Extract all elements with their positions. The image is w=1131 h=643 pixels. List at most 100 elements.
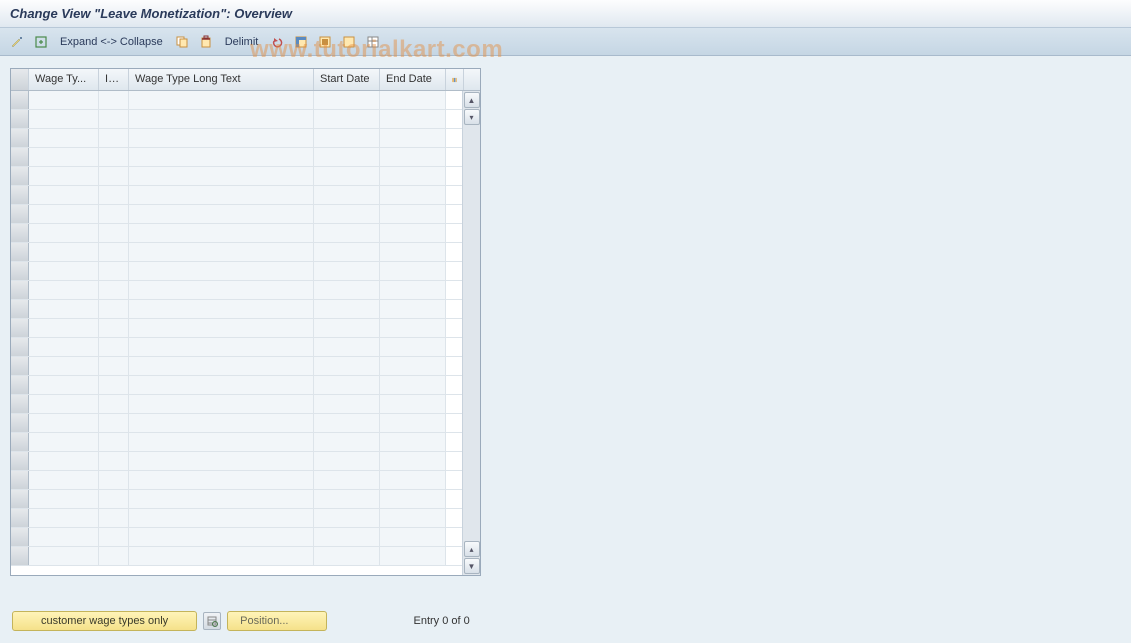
cell-end-date[interactable] <box>380 148 446 166</box>
row-selector[interactable] <box>11 471 29 489</box>
cell-start-date[interactable] <box>314 357 380 375</box>
cell-infotype[interactable] <box>99 433 129 451</box>
cell-end-date[interactable] <box>380 414 446 432</box>
vertical-scrollbar[interactable]: ▲ ▾ ▴ ▼ <box>462 91 480 575</box>
row-selector[interactable] <box>11 490 29 508</box>
cell-end-date[interactable] <box>380 433 446 451</box>
table-row[interactable] <box>11 376 462 395</box>
cell-start-date[interactable] <box>314 110 380 128</box>
cell-infotype[interactable] <box>99 300 129 318</box>
cell-long-text[interactable] <box>129 528 314 546</box>
cell-long-text[interactable] <box>129 414 314 432</box>
row-selector[interactable] <box>11 547 29 565</box>
cell-infotype[interactable] <box>99 357 129 375</box>
position-button[interactable]: Position... <box>227 611 327 631</box>
table-row[interactable] <box>11 129 462 148</box>
cell-start-date[interactable] <box>314 509 380 527</box>
cell-end-date[interactable] <box>380 528 446 546</box>
cell-long-text[interactable] <box>129 376 314 394</box>
table-row[interactable] <box>11 338 462 357</box>
cell-start-date[interactable] <box>314 205 380 223</box>
table-row[interactable] <box>11 528 462 547</box>
column-end-date[interactable]: End Date <box>380 69 446 90</box>
row-selector[interactable] <box>11 433 29 451</box>
cell-end-date[interactable] <box>380 91 446 109</box>
cell-end-date[interactable] <box>380 243 446 261</box>
cell-end-date[interactable] <box>380 376 446 394</box>
cell-infotype[interactable] <box>99 224 129 242</box>
table-row[interactable] <box>11 148 462 167</box>
row-selector[interactable] <box>11 186 29 204</box>
row-selector[interactable] <box>11 414 29 432</box>
cell-start-date[interactable] <box>314 528 380 546</box>
cell-wage-type[interactable] <box>29 243 99 261</box>
table-row[interactable] <box>11 243 462 262</box>
cell-end-date[interactable] <box>380 129 446 147</box>
row-selector[interactable] <box>11 357 29 375</box>
table-row[interactable] <box>11 452 462 471</box>
cell-end-date[interactable] <box>380 319 446 337</box>
deselect-all-icon[interactable] <box>340 33 358 51</box>
select-block-icon[interactable] <box>316 33 334 51</box>
cell-long-text[interactable] <box>129 433 314 451</box>
cell-wage-type[interactable] <box>29 319 99 337</box>
cell-long-text[interactable] <box>129 110 314 128</box>
cell-start-date[interactable] <box>314 338 380 356</box>
cell-infotype[interactable] <box>99 129 129 147</box>
cell-infotype[interactable] <box>99 110 129 128</box>
row-selector[interactable] <box>11 205 29 223</box>
cell-wage-type[interactable] <box>29 433 99 451</box>
cell-start-date[interactable] <box>314 129 380 147</box>
customer-wage-types-button[interactable]: customer wage types only <box>12 611 197 631</box>
cell-long-text[interactable] <box>129 338 314 356</box>
cell-start-date[interactable] <box>314 490 380 508</box>
cell-infotype[interactable] <box>99 471 129 489</box>
cell-infotype[interactable] <box>99 490 129 508</box>
cell-infotype[interactable] <box>99 414 129 432</box>
cell-wage-type[interactable] <box>29 110 99 128</box>
table-row[interactable] <box>11 395 462 414</box>
column-infotype[interactable]: Inf... <box>99 69 129 90</box>
cell-infotype[interactable] <box>99 281 129 299</box>
cell-infotype[interactable] <box>99 509 129 527</box>
cell-long-text[interactable] <box>129 186 314 204</box>
cell-wage-type[interactable] <box>29 547 99 565</box>
cell-long-text[interactable] <box>129 509 314 527</box>
column-start-date[interactable]: Start Date <box>314 69 380 90</box>
cell-start-date[interactable] <box>314 319 380 337</box>
cell-start-date[interactable] <box>314 224 380 242</box>
cell-start-date[interactable] <box>314 376 380 394</box>
table-row[interactable] <box>11 186 462 205</box>
cell-wage-type[interactable] <box>29 509 99 527</box>
cell-infotype[interactable] <box>99 243 129 261</box>
row-selector[interactable] <box>11 528 29 546</box>
delete-icon[interactable] <box>197 33 215 51</box>
position-icon[interactable] <box>203 612 221 630</box>
cell-infotype[interactable] <box>99 376 129 394</box>
table-row[interactable] <box>11 262 462 281</box>
cell-infotype[interactable] <box>99 452 129 470</box>
table-settings-icon[interactable] <box>364 33 382 51</box>
row-selector[interactable] <box>11 395 29 413</box>
scroll-down-icon[interactable]: ▼ <box>464 558 480 574</box>
cell-long-text[interactable] <box>129 91 314 109</box>
cell-start-date[interactable] <box>314 91 380 109</box>
cell-end-date[interactable] <box>380 205 446 223</box>
row-selector[interactable] <box>11 338 29 356</box>
column-wage-type-long-text[interactable]: Wage Type Long Text <box>129 69 314 90</box>
cell-infotype[interactable] <box>99 186 129 204</box>
cell-infotype[interactable] <box>99 205 129 223</box>
table-row[interactable] <box>11 471 462 490</box>
table-row[interactable] <box>11 167 462 186</box>
row-selector[interactable] <box>11 91 29 109</box>
cell-long-text[interactable] <box>129 205 314 223</box>
cell-start-date[interactable] <box>314 471 380 489</box>
cell-wage-type[interactable] <box>29 414 99 432</box>
cell-end-date[interactable] <box>380 262 446 280</box>
table-row[interactable] <box>11 509 462 528</box>
cell-long-text[interactable] <box>129 243 314 261</box>
cell-wage-type[interactable] <box>29 129 99 147</box>
cell-end-date[interactable] <box>380 490 446 508</box>
cell-infotype[interactable] <box>99 167 129 185</box>
cell-end-date[interactable] <box>380 509 446 527</box>
